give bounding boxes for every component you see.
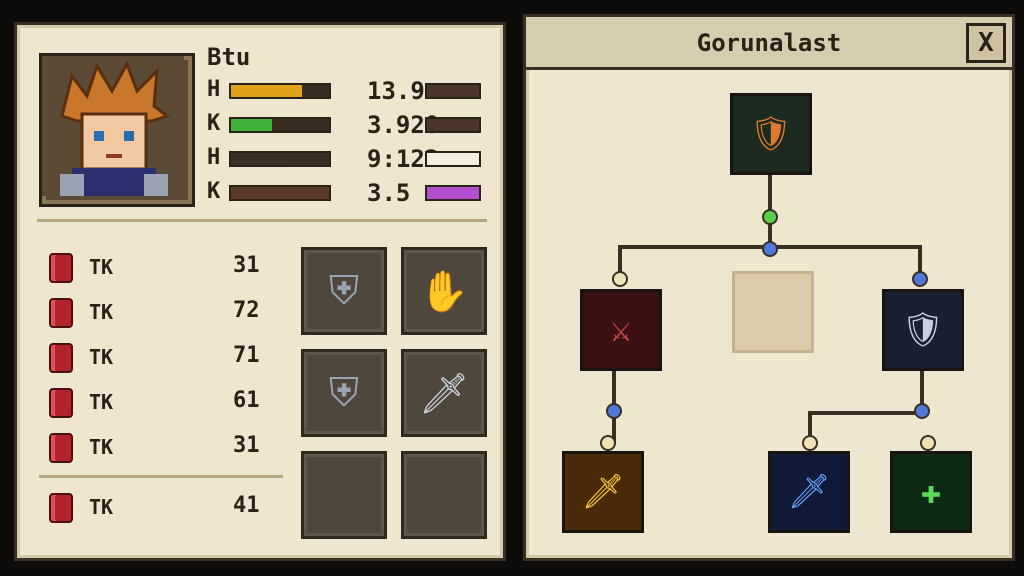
- divider: [37, 219, 487, 222]
- equipment-slot-empty[interactable]: [401, 451, 487, 539]
- close-icon: X: [978, 28, 994, 58]
- item-count: 72: [233, 298, 260, 323]
- golden-sword-node[interactable]: 🗡: [562, 451, 644, 533]
- item-label: TK: [89, 300, 114, 324]
- character-portrait: [39, 53, 195, 207]
- hero-avatar-icon: [42, 56, 184, 196]
- connector-node: [612, 271, 628, 287]
- stat-row: H 9:122: [207, 145, 487, 173]
- heavy-armor-icon: ⛨: [329, 370, 359, 416]
- blue-blade-icon: 🗡: [787, 472, 831, 512]
- item-count: 71: [233, 343, 260, 368]
- stat-value: 13.9: [367, 77, 425, 105]
- character-panel: Btu H 13.9 K 3.920 H 9:122 K 3.5 TK 31 T…: [14, 22, 506, 561]
- potion-icon: [49, 298, 73, 328]
- item-count: 31: [233, 433, 260, 458]
- item-label: TK: [89, 390, 114, 414]
- stat-bar: [229, 151, 331, 167]
- equipment-slot-empty[interactable]: [301, 451, 387, 539]
- connector-node: [912, 271, 928, 287]
- equipment-slot[interactable]: ⛨: [301, 247, 387, 335]
- connector-node: [606, 403, 622, 419]
- equipment-slot[interactable]: ⛨: [301, 349, 387, 437]
- red-slash-node[interactable]: ⚔: [580, 289, 662, 371]
- stat-bar-secondary: [425, 151, 481, 167]
- close-button[interactable]: X: [966, 23, 1006, 63]
- stat-bar-secondary: [425, 185, 481, 201]
- stat-row: K 3.5: [207, 179, 487, 207]
- inventory-item[interactable]: TK 71: [49, 341, 289, 373]
- gauntlet-icon: ✋: [419, 268, 469, 315]
- potion-icon: [49, 388, 73, 418]
- inventory-item[interactable]: TK 61: [49, 386, 289, 418]
- stat-key: K: [207, 111, 221, 136]
- connector-node: [802, 435, 818, 451]
- item-count: 41: [233, 493, 260, 518]
- shield-icon: 🛡: [901, 310, 945, 350]
- stat-key: H: [207, 77, 221, 102]
- connector-node: [600, 435, 616, 451]
- equipment-slot[interactable]: ✋: [401, 247, 487, 335]
- connector-node: [762, 241, 778, 257]
- chest-armor-icon: ⛨: [329, 268, 359, 314]
- potion-icon: [49, 493, 73, 523]
- character-name: Btu: [207, 43, 251, 71]
- connector-node: [914, 403, 930, 419]
- green-shield-node[interactable]: ✚: [890, 451, 972, 533]
- stat-row: H 13.9: [207, 77, 487, 105]
- stat-bar: [229, 83, 331, 99]
- stat-bar-secondary: [425, 117, 481, 133]
- potion-icon: [49, 343, 73, 373]
- stat-key: H: [207, 145, 221, 170]
- connector-node: [762, 209, 778, 225]
- item-label: TK: [89, 435, 114, 459]
- blue-blade-node[interactable]: 🗡: [768, 451, 850, 533]
- green-shield-icon: ✚: [920, 472, 942, 512]
- divider: [39, 475, 283, 478]
- connector: [808, 411, 924, 415]
- skill-tree-panel: Gorunalast X 🛡 ⚔ 🛡 🗡 🗡 ✚: [523, 14, 1015, 561]
- sword-icon: 🗡: [418, 370, 470, 417]
- empty-skill-node[interactable]: [732, 271, 814, 353]
- hero-portrait-node[interactable]: 🛡: [730, 93, 812, 175]
- stat-key: K: [207, 179, 221, 204]
- inventory-item[interactable]: TK 41: [49, 491, 289, 523]
- item-label: TK: [89, 495, 114, 519]
- crossed-swords-icon: ⚔: [610, 310, 632, 350]
- connector-node: [920, 435, 936, 451]
- skill-tree-titlebar: Gorunalast X: [526, 17, 1012, 70]
- item-count: 61: [233, 388, 260, 413]
- stat-bar: [229, 185, 331, 201]
- stat-row: K 3.920: [207, 111, 487, 139]
- skill-tree-title: Gorunalast: [696, 29, 842, 57]
- potion-icon: [49, 433, 73, 463]
- knight-shield-node[interactable]: 🛡: [882, 289, 964, 371]
- item-label: TK: [89, 345, 114, 369]
- item-label: TK: [89, 255, 114, 279]
- stat-bar: [229, 117, 331, 133]
- item-count: 31: [233, 253, 260, 278]
- equipment-slot[interactable]: 🗡: [401, 349, 487, 437]
- hero-knight-icon: 🛡: [749, 114, 793, 154]
- stat-value: 3.5: [367, 179, 411, 207]
- golden-sword-icon: 🗡: [581, 472, 625, 512]
- potion-icon: [49, 253, 73, 283]
- inventory-item[interactable]: TK 31: [49, 251, 289, 283]
- inventory-item[interactable]: TK 31: [49, 431, 289, 463]
- stat-bar-secondary: [425, 83, 481, 99]
- inventory-item[interactable]: TK 72: [49, 296, 289, 328]
